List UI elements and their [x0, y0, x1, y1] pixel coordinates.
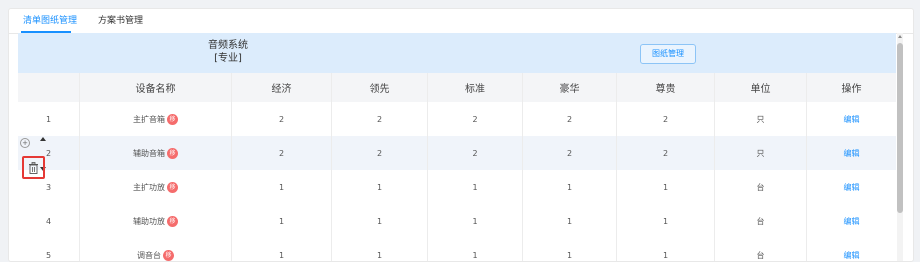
- row-index: 5: [18, 238, 80, 261]
- tab-proposal-management[interactable]: 方案书管理: [98, 15, 143, 27]
- unit: 台: [715, 204, 807, 238]
- standard-qty: 2: [428, 136, 523, 170]
- group-title-text: 音频系统: [208, 40, 248, 51]
- delete-row-button[interactable]: [22, 156, 45, 179]
- column-header-index: [18, 73, 80, 102]
- unit: 只: [715, 136, 807, 170]
- group-header: 音频系统 [专业] 图纸管理: [18, 33, 896, 73]
- device-name: 主扩音箱: [133, 114, 165, 124]
- economy-qty: 2: [232, 102, 332, 136]
- device-name-cell: 调音台 移: [80, 238, 232, 261]
- edit-link[interactable]: 编辑: [844, 182, 860, 193]
- table-row: 2 辅助音箱 移 2 2 2 2 2 只 编辑: [18, 136, 896, 171]
- caret-up-icon[interactable]: [40, 137, 46, 141]
- table-row: 4 辅助功放 移 1 1 1 1 1 台 编辑: [18, 204, 896, 239]
- group-title: 音频系统 [专业]: [178, 39, 278, 65]
- edit-link[interactable]: 编辑: [844, 216, 860, 227]
- edit-cell: 编辑: [807, 204, 896, 238]
- table-header-row: 设备名称 经济 领先 标准 豪华 尊贵 单位 操作: [18, 73, 896, 103]
- equipment-card: 清单图纸管理 方案书管理 音频系统 [专业] 图纸管理 设备名称 经济 领先 标…: [8, 8, 914, 262]
- edit-link[interactable]: 编辑: [844, 250, 860, 261]
- column-header-standard: 标准: [428, 73, 523, 102]
- edit-cell: 编辑: [807, 102, 896, 136]
- luxury-qty: 2: [523, 102, 617, 136]
- device-name-cell: 辅助功放 移: [80, 204, 232, 238]
- plus-circle-icon[interactable]: +: [20, 138, 30, 148]
- economy-qty: 1: [232, 170, 332, 204]
- unit: 只: [715, 102, 807, 136]
- device-name: 辅助功放: [133, 216, 165, 226]
- device-name: 主扩功放: [133, 182, 165, 192]
- luxury-qty: 2: [523, 136, 617, 170]
- column-header-device-name: 设备名称: [80, 73, 232, 102]
- move-badge[interactable]: 移: [167, 113, 178, 125]
- group-subtitle-text: [专业]: [214, 53, 242, 64]
- column-header-actions: 操作: [841, 84, 862, 95]
- economy-qty: 2: [232, 136, 332, 170]
- premium-qty: 1: [617, 170, 715, 204]
- edit-link[interactable]: 编辑: [844, 148, 860, 159]
- luxury-qty: 1: [523, 204, 617, 238]
- premium-qty: 1: [617, 238, 715, 261]
- luxury-qty: 1: [523, 238, 617, 261]
- premium-qty: 2: [617, 136, 715, 170]
- row-index: 4: [18, 204, 80, 238]
- tab-drawing-management[interactable]: 清单图纸管理: [23, 15, 77, 27]
- edit-cell: 编辑: [807, 170, 896, 204]
- unit: 台: [715, 238, 807, 261]
- column-header-premium: 尊贵: [617, 73, 715, 102]
- device-name-cell: 主扩音箱 移: [80, 102, 232, 136]
- scroll-up-arrow-icon[interactable]: [898, 35, 902, 38]
- edit-link[interactable]: 编辑: [844, 114, 860, 125]
- device-name: 辅助音箱: [133, 148, 165, 158]
- device-name-cell: 主扩功放 移: [80, 170, 232, 204]
- column-header-luxury: 豪华: [523, 73, 617, 102]
- device-name-cell: 辅助音箱 移: [80, 136, 232, 170]
- premium-qty: 1: [617, 204, 715, 238]
- premium-qty: 2: [617, 102, 715, 136]
- standard-qty: 1: [428, 238, 523, 261]
- unit: 台: [715, 170, 807, 204]
- luxury-qty: 1: [523, 170, 617, 204]
- edit-cell: 编辑: [807, 136, 896, 170]
- standard-qty: 1: [428, 170, 523, 204]
- move-badge[interactable]: 移: [163, 249, 174, 261]
- move-badge[interactable]: 移: [167, 147, 178, 159]
- equipment-table: 音频系统 [专业] 图纸管理 设备名称 经济 领先 标准 豪华 尊贵 单位 操作…: [18, 33, 896, 261]
- row-index: 1: [18, 102, 80, 136]
- column-header-unit: 单位: [715, 73, 807, 102]
- leading-qty: 2: [332, 102, 428, 136]
- leading-qty: 1: [332, 170, 428, 204]
- table-row: 3 主扩功放 移 1 1 1 1 1 台 编辑: [18, 170, 896, 205]
- standard-qty: 1: [428, 204, 523, 238]
- economy-qty: 1: [232, 204, 332, 238]
- leading-qty: 1: [332, 238, 428, 261]
- column-header-leading: 领先: [332, 73, 428, 102]
- table-row: 5 调音台 移 1 1 1 1 1 台 编辑: [18, 238, 896, 261]
- leading-qty: 1: [332, 204, 428, 238]
- column-header-economy: 经济: [232, 73, 332, 102]
- scrollbar-thumb[interactable]: [897, 43, 903, 213]
- standard-qty: 2: [428, 102, 523, 136]
- tab-bar: 清单图纸管理 方案书管理: [9, 9, 913, 34]
- trash-icon: [29, 161, 38, 174]
- device-name: 调音台: [137, 250, 161, 260]
- move-badge[interactable]: 移: [167, 181, 178, 193]
- leading-qty: 2: [332, 136, 428, 170]
- economy-qty: 1: [232, 238, 332, 261]
- drawing-management-button[interactable]: 图纸管理: [640, 44, 696, 64]
- edit-cell: 编辑: [807, 238, 896, 261]
- move-badge[interactable]: 移: [167, 215, 178, 227]
- table-row: 1 主扩音箱 移 2 2 2 2 2 只 编辑: [18, 102, 896, 137]
